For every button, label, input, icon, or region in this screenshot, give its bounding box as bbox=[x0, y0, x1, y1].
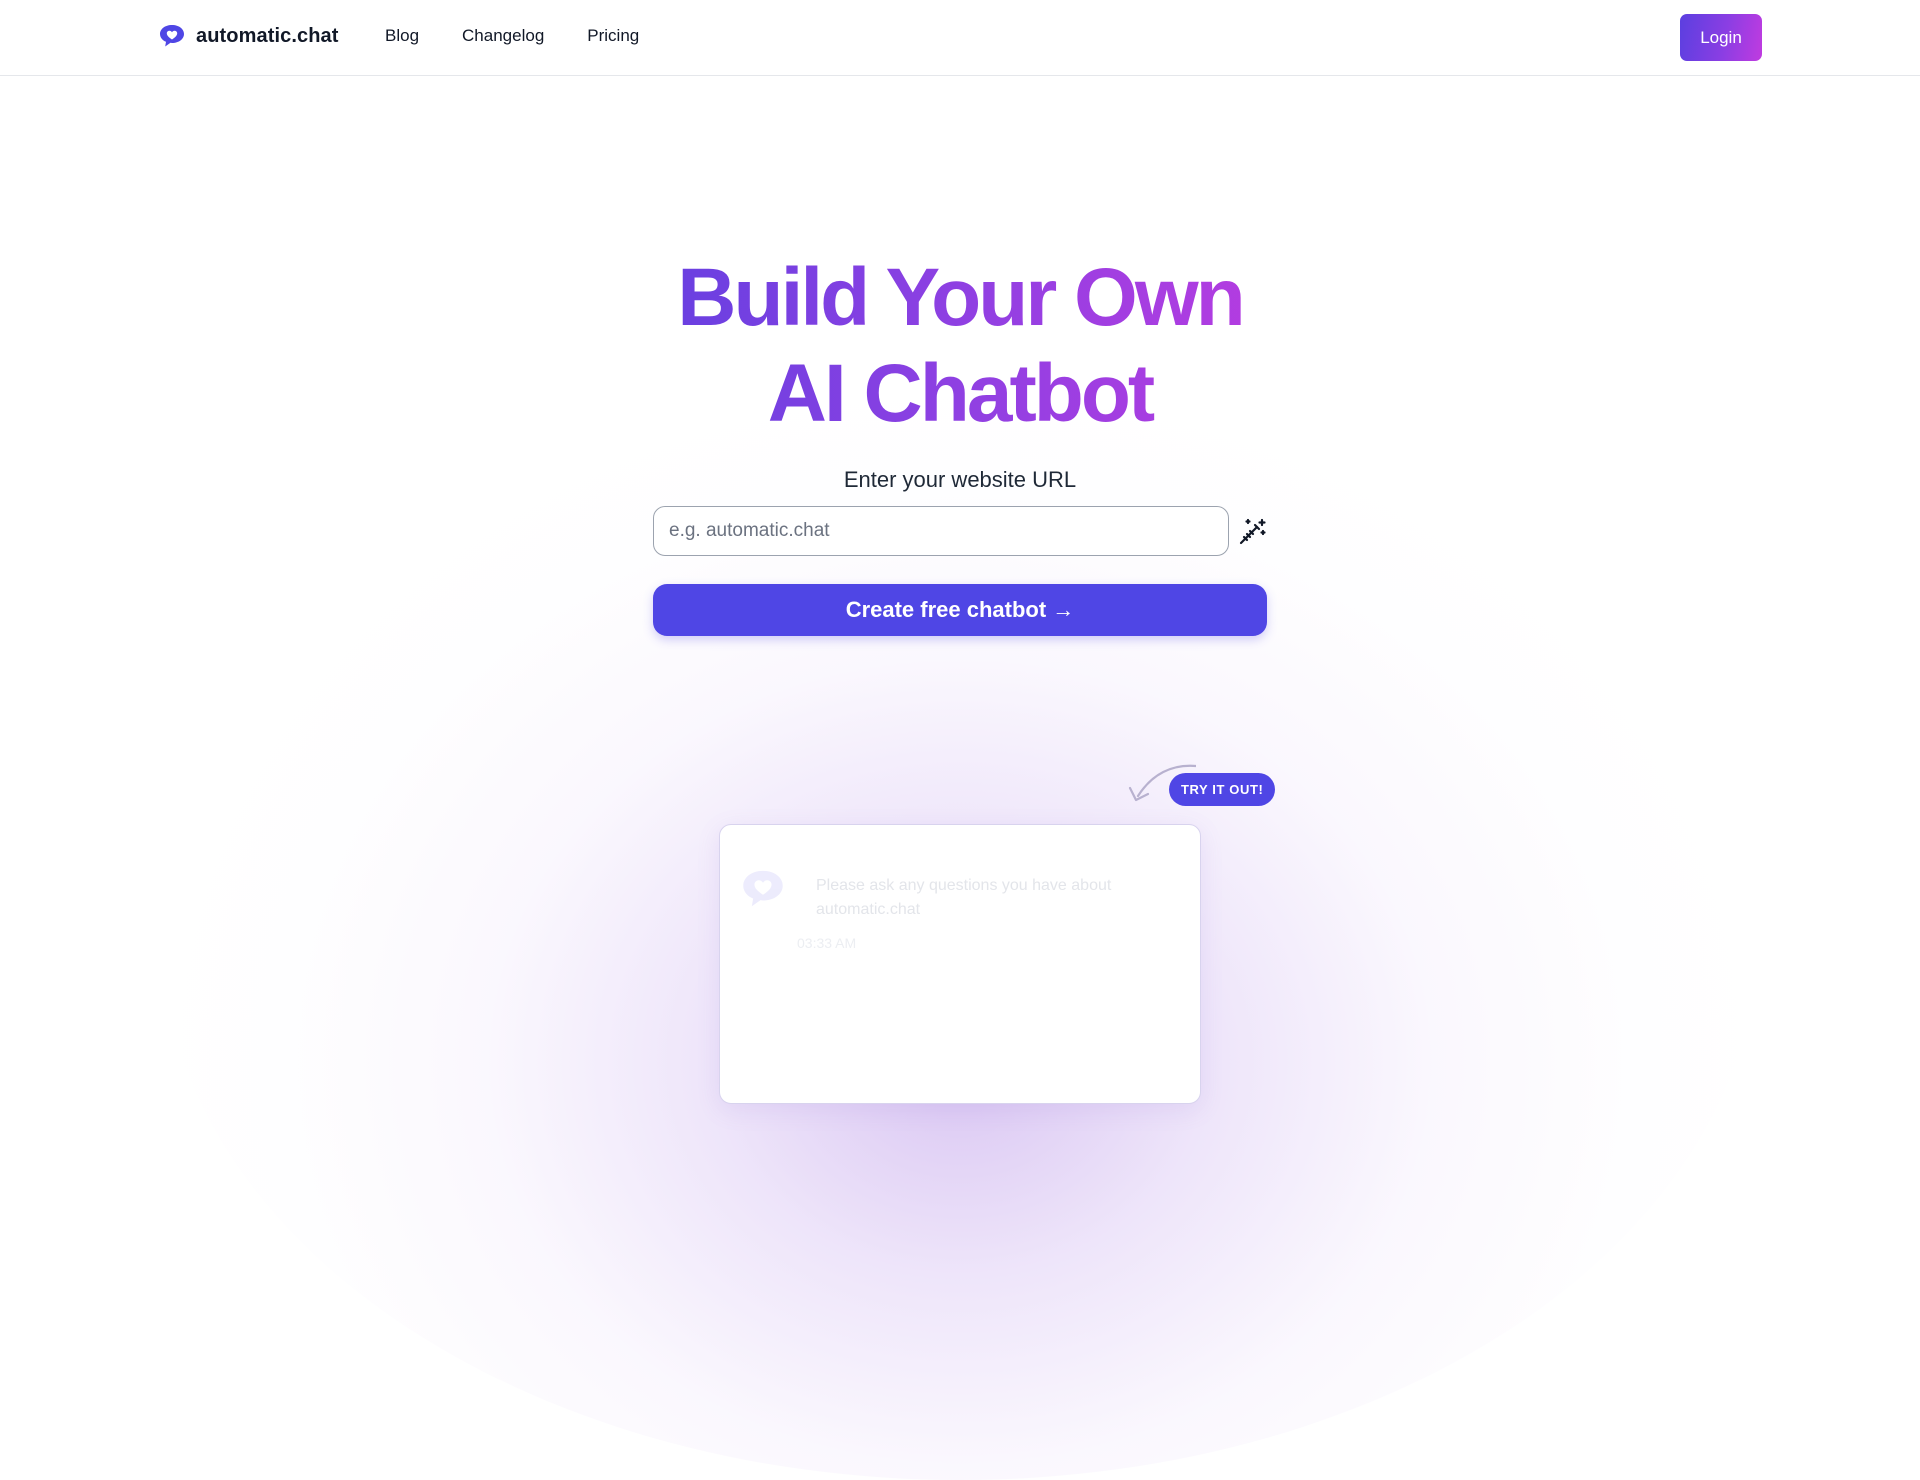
chat-welcome-message: Please ask any questions you have about … bbox=[816, 877, 1112, 918]
brand-logo-link[interactable]: automatic.chat bbox=[158, 24, 339, 48]
nav-link-changelog[interactable]: Changelog bbox=[462, 26, 544, 46]
hero-title: Build Your Own AI Chatbot bbox=[560, 250, 1360, 442]
chat-avatar-icon bbox=[743, 870, 783, 907]
main-nav: Blog Changelog Pricing bbox=[385, 26, 639, 46]
brand-name: automatic.chat bbox=[196, 24, 339, 47]
try-it-out-badge: TRY IT OUT! bbox=[1169, 773, 1276, 806]
website-url-input[interactable] bbox=[653, 506, 1229, 556]
hero-title-line-1: Build Your Own bbox=[677, 252, 1243, 343]
magic-wand-icon[interactable] bbox=[1236, 516, 1268, 548]
chat-widget-preview[interactable]: Please ask any questions you have about … bbox=[719, 824, 1201, 1104]
heart-chat-bubble-icon bbox=[160, 25, 184, 47]
nav-link-blog[interactable]: Blog bbox=[385, 26, 419, 46]
hero-title-line-2: AI Chatbot bbox=[767, 348, 1153, 439]
site-header: automatic.chat Blog Changelog Pricing Lo… bbox=[0, 0, 1920, 76]
url-label: Enter your website URL bbox=[843, 467, 1077, 492]
chat-timestamp: 03:33 AM bbox=[797, 935, 857, 951]
login-button[interactable]: Login bbox=[1680, 14, 1762, 61]
create-chatbot-button[interactable]: Create free chatbot → bbox=[653, 584, 1267, 636]
nav-link-pricing[interactable]: Pricing bbox=[587, 26, 639, 46]
